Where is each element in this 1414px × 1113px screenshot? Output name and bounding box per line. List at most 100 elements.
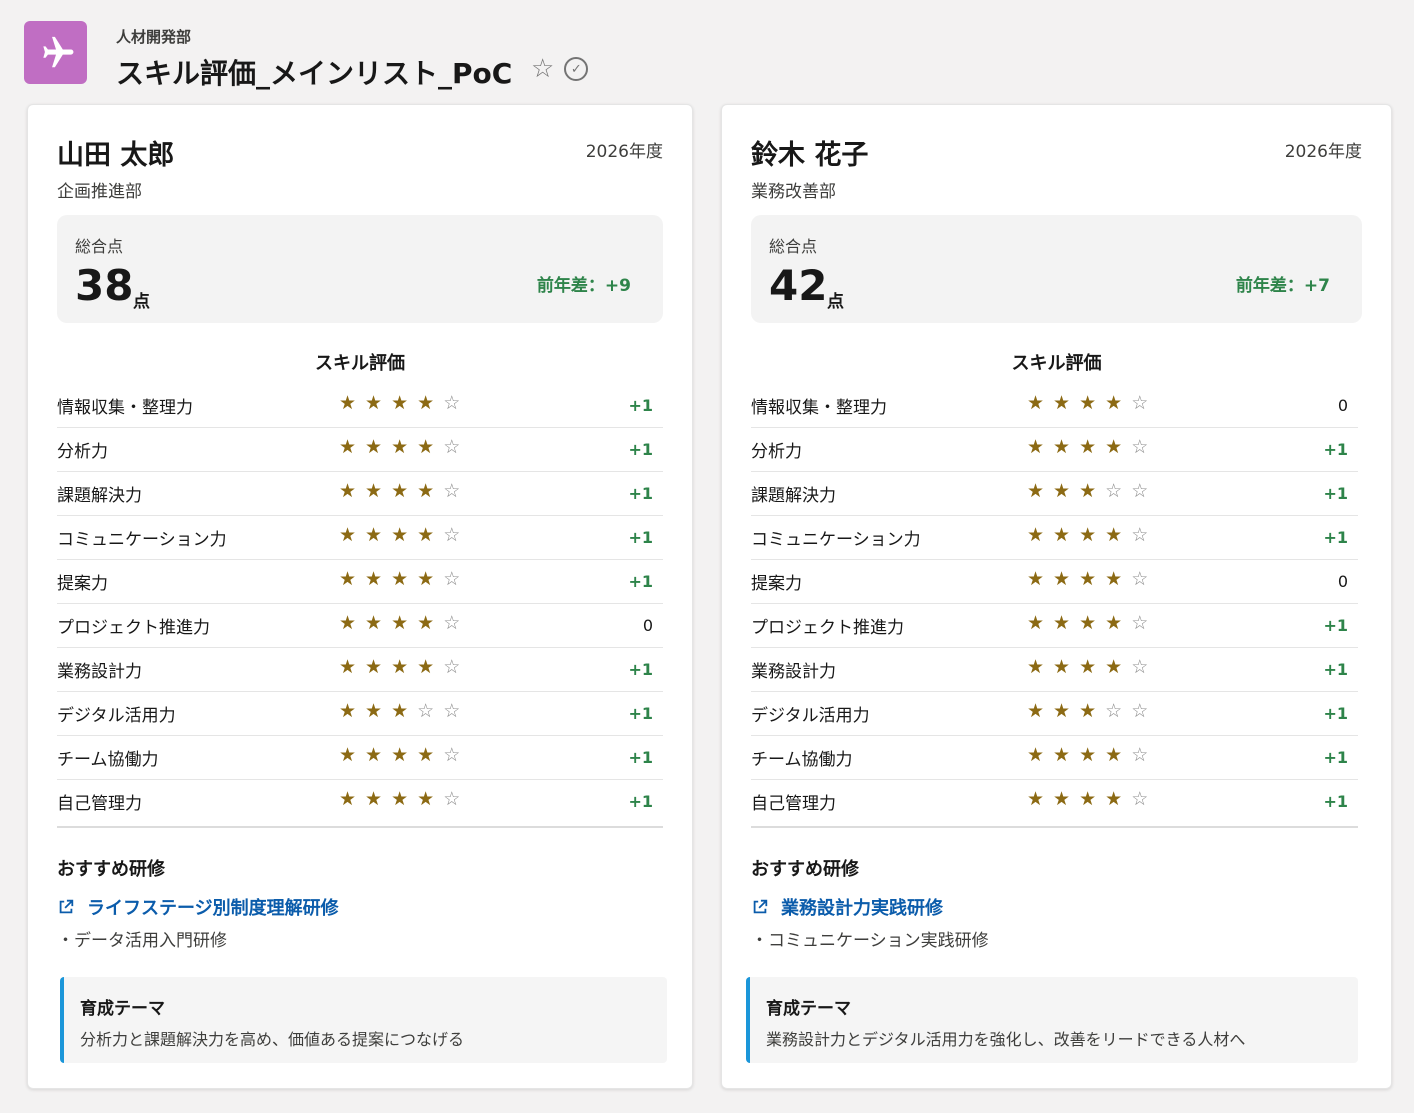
- star-filled-icon: ★: [339, 656, 366, 678]
- star-filled-icon: ★: [365, 656, 392, 678]
- star-filled-icon: ★: [1105, 436, 1132, 458]
- employee-department: 業務改善部: [751, 182, 836, 202]
- skill-diff: +1: [628, 572, 653, 591]
- star-filled-icon: ★: [417, 788, 444, 810]
- star-filled-icon: ★: [339, 788, 366, 810]
- evaluation-year: 2026年度: [1284, 142, 1362, 162]
- skill-row: デジタル活用力 ★★★☆☆ +1: [751, 692, 1358, 736]
- star-filled-icon: ★: [1053, 744, 1080, 766]
- star-empty-icon: ☆: [1131, 480, 1158, 502]
- skill-row: コミュニケーション力 ★★★★☆ +1: [751, 516, 1358, 560]
- object-label: 人材開発部: [116, 28, 192, 46]
- skill-name: 自己管理力: [751, 794, 836, 814]
- star-empty-icon: ☆: [443, 788, 470, 810]
- star-filled-icon: ★: [1079, 788, 1106, 810]
- recommended-training-item: ・コミュニケーション実践研修: [751, 931, 989, 951]
- star-filled-icon: ★: [365, 436, 392, 458]
- star-filled-icon: ★: [365, 480, 392, 502]
- skill-name: デジタル活用力: [57, 706, 176, 726]
- skill-row: 業務設計力 ★★★★☆ +1: [751, 648, 1358, 692]
- skill-diff: +1: [1323, 660, 1348, 679]
- theme-label: 育成テーマ: [80, 999, 165, 1019]
- star-filled-icon: ★: [1027, 524, 1054, 546]
- theme-label: 育成テーマ: [766, 999, 851, 1019]
- recommended-training-link[interactable]: ライフステージ別制度理解研修: [57, 894, 339, 920]
- star-empty-icon: ☆: [1131, 568, 1158, 590]
- score-diff: 前年差：+7: [1235, 276, 1330, 296]
- star-filled-icon: ★: [417, 480, 444, 502]
- skill-row: 情報収集・整理力 ★★★★☆ +1: [57, 384, 663, 428]
- recommended-training-link[interactable]: 業務設計力実践研修: [751, 894, 943, 920]
- star-filled-icon: ★: [1053, 524, 1080, 546]
- star-filled-icon: ★: [339, 392, 366, 414]
- skill-row: 課題解決力 ★★★☆☆ +1: [751, 472, 1358, 516]
- star-filled-icon: ★: [1079, 436, 1106, 458]
- star-filled-icon: ★: [391, 524, 418, 546]
- training-link-label[interactable]: 業務設計力実践研修: [781, 894, 943, 920]
- star-empty-icon: ☆: [1131, 524, 1158, 546]
- employee-department: 企画推進部: [57, 182, 142, 202]
- star-filled-icon: ★: [1053, 568, 1080, 590]
- star-filled-icon: ★: [391, 788, 418, 810]
- star-filled-icon: ★: [1105, 568, 1132, 590]
- skill-diff: +1: [1323, 748, 1348, 767]
- star-empty-icon: ☆: [443, 656, 470, 678]
- page-header: 人材開発部 スキル評価_メインリスト_PoC ☆ ✓: [0, 0, 1414, 100]
- star-rating: ★★★★☆: [339, 482, 469, 501]
- star-filled-icon: ★: [417, 656, 444, 678]
- skill-row: 自己管理力 ★★★★☆ +1: [57, 780, 663, 823]
- star-filled-icon: ★: [1027, 392, 1054, 414]
- theme-text: 分析力と課題解決力を高め、価値ある提案につなげる: [80, 1030, 465, 1049]
- skill-name: 自己管理力: [57, 794, 142, 814]
- star-filled-icon: ★: [391, 744, 418, 766]
- star-empty-icon: ☆: [443, 612, 470, 634]
- star-filled-icon: ★: [1027, 656, 1054, 678]
- star-rating: ★★★★☆: [1027, 790, 1157, 809]
- star-filled-icon: ★: [1027, 744, 1054, 766]
- star-empty-icon: ☆: [443, 436, 470, 458]
- skill-name: 課題解決力: [751, 486, 836, 506]
- star-filled-icon: ★: [1053, 436, 1080, 458]
- skill-diff: +1: [1323, 616, 1348, 635]
- star-filled-icon: ★: [1053, 788, 1080, 810]
- star-filled-icon: ★: [1027, 788, 1054, 810]
- star-icon[interactable]: ☆: [531, 56, 554, 82]
- star-filled-icon: ★: [417, 744, 444, 766]
- star-rating: ★★★★☆: [339, 614, 469, 633]
- star-empty-icon: ☆: [443, 700, 470, 722]
- star-filled-icon: ★: [1027, 700, 1054, 722]
- star-rating: ★★★★☆: [1027, 658, 1157, 677]
- star-filled-icon: ★: [1053, 700, 1080, 722]
- star-filled-icon: ★: [365, 568, 392, 590]
- score-unit: 点: [827, 292, 844, 312]
- training-link-label[interactable]: ライフステージ別制度理解研修: [87, 894, 339, 920]
- star-filled-icon: ★: [339, 480, 366, 502]
- star-filled-icon: ★: [1079, 392, 1106, 414]
- star-filled-icon: ★: [417, 436, 444, 458]
- star-empty-icon: ☆: [1131, 612, 1158, 634]
- star-filled-icon: ★: [365, 744, 392, 766]
- star-filled-icon: ★: [1079, 744, 1106, 766]
- skill-name: 提案力: [57, 574, 108, 594]
- skill-diff: 0: [1337, 572, 1348, 591]
- development-theme-box: 育成テーマ 業務設計力とデジタル活用力を強化し、改善をリードできる人材へ: [746, 977, 1358, 1063]
- skill-diff: +1: [628, 704, 653, 723]
- star-filled-icon: ★: [1079, 700, 1106, 722]
- star-filled-icon: ★: [339, 612, 366, 634]
- skill-name: 情報収集・整理力: [751, 398, 887, 418]
- recommended-training-item: ・データ活用入門研修: [57, 931, 227, 951]
- total-score-box: 総合点 38 点 前年差：+9: [57, 215, 663, 323]
- score-value: 42: [769, 261, 828, 310]
- skill-diff: +1: [628, 396, 653, 415]
- employee-name: 鈴木 花子: [751, 140, 869, 171]
- star-filled-icon: ★: [1027, 568, 1054, 590]
- check-circle-icon[interactable]: ✓: [564, 57, 589, 81]
- score-value: 38: [75, 261, 134, 310]
- star-empty-icon: ☆: [1131, 788, 1158, 810]
- skills-list: 情報収集・整理力 ★★★★☆ 0 分析力 ★★★★☆ +1 課題解決力 ★★★☆☆ +1 コミュニ…: [751, 384, 1358, 823]
- skill-row: デジタル活用力 ★★★☆☆ +1: [57, 692, 663, 736]
- skill-row: 自己管理力 ★★★★☆ +1: [751, 780, 1358, 823]
- skill-row: プロジェクト推進力 ★★★★☆ 0: [57, 604, 663, 648]
- star-filled-icon: ★: [1079, 524, 1106, 546]
- star-filled-icon: ★: [339, 700, 366, 722]
